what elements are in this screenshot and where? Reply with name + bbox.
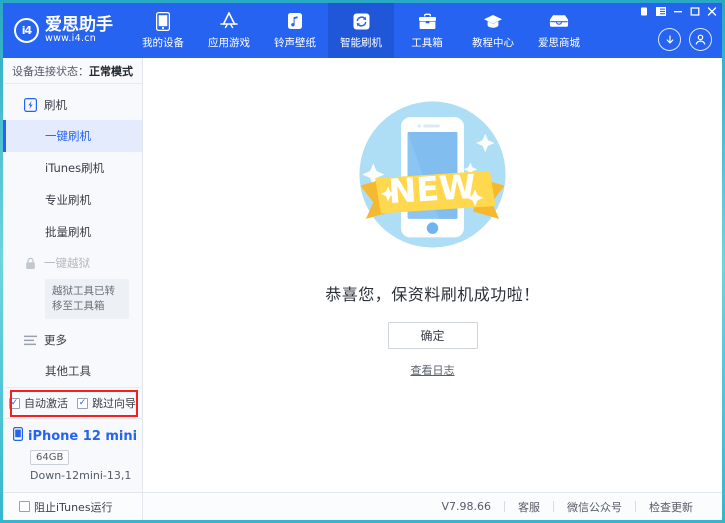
logo-url: www.i4.cn	[45, 34, 113, 44]
status-bar-right: V7.98.66 客服 微信公众号 检查更新	[143, 493, 722, 520]
sidebar-group-label: 更多	[44, 332, 67, 348]
device-connection-status: 设备连接状态：正常模式	[3, 58, 142, 84]
app-window: i4 爱思助手 www.i4.cn 我的设备 应用游戏	[0, 0, 725, 523]
download-icon[interactable]	[658, 28, 681, 51]
window-inner: i4 爱思助手 www.i4.cn 我的设备 应用游戏	[3, 3, 722, 520]
sidebar: 设备连接状态：正常模式 刷机 一键刷机 iTunes刷机	[3, 58, 143, 492]
sidebar-item-label: 其他工具	[45, 364, 91, 378]
sidebar-group-more: 更多	[3, 325, 142, 355]
list-icon	[23, 333, 37, 347]
jailbreak-moved-note: 越狱工具已转移至工具箱	[45, 279, 129, 319]
checkbox-skip-wizard[interactable]: ✓ 跳过向导	[77, 395, 136, 411]
checkbox-label: 跳过向导	[92, 395, 136, 411]
version-label: V7.98.66	[428, 500, 504, 513]
connection-status-value: 正常模式	[89, 63, 133, 79]
minimize-icon[interactable]	[670, 5, 685, 18]
device-name-row: iPhone 12 mini	[13, 427, 142, 445]
connection-status-label: 设备连接状态：	[12, 63, 89, 79]
checkbox-label: 阻止iTunes运行	[34, 499, 113, 515]
logo-mark-icon: i4	[14, 18, 39, 43]
nav-tab-label: 教程中心	[472, 35, 514, 50]
checkbox-box	[19, 501, 30, 512]
nav-tab-label: 工具箱	[411, 35, 443, 50]
checkbox-box: ✓	[77, 398, 88, 409]
header-right-controls	[612, 3, 722, 58]
user-account-icon[interactable]	[689, 28, 712, 51]
sidebar-item-itunes-flash[interactable]: iTunes刷机	[3, 152, 142, 184]
checkbox-label: 自动激活	[24, 395, 68, 411]
app-logo[interactable]: i4 爱思助手 www.i4.cn	[3, 3, 130, 58]
device-capacity-badge: 64GB	[30, 450, 69, 465]
device-name-text: iPhone 12 mini	[28, 429, 137, 444]
sidebar-item-pro-flash[interactable]: 专业刷机	[3, 184, 142, 216]
phone-icon	[153, 11, 173, 31]
wechat-official-link[interactable]: 微信公众号	[554, 499, 635, 515]
maximize-icon[interactable]	[687, 5, 702, 18]
toolbox-icon	[417, 11, 437, 31]
nav-tab-label: 智能刷机	[340, 35, 382, 50]
device-identifier: Down-12mini-13,1	[30, 469, 142, 482]
sidebar-nav: 刷机 一键刷机 iTunes刷机 专业刷机 批量刷机	[3, 84, 142, 387]
new-badge-text: NEW	[387, 167, 477, 211]
sidebar-item-label: 专业刷机	[45, 193, 91, 207]
sidebar-group-jailbreak: 一键越狱	[3, 248, 142, 278]
connected-device-panel[interactable]: iPhone 12 mini 64GB Down-12mini-13,1	[3, 418, 142, 492]
close-icon[interactable]	[704, 5, 719, 18]
app-header: i4 爱思助手 www.i4.cn 我的设备 应用游戏	[3, 3, 722, 58]
sidebar-item-label: iTunes刷机	[45, 161, 104, 175]
status-bar: 阻止iTunes运行 V7.98.66 客服 微信公众号 检查更新	[3, 492, 722, 520]
sidebar-item-other-tools[interactable]: 其他工具	[3, 355, 142, 387]
phone-icon	[13, 427, 23, 445]
nav-tab-ringtones-wallpapers[interactable]: 铃声壁纸	[262, 3, 328, 58]
checkbox-block-itunes[interactable]: 阻止iTunes运行	[19, 499, 113, 515]
nav-tab-i4-store[interactable]: 爱思商城	[526, 3, 592, 58]
check-update-link[interactable]: 检查更新	[636, 499, 706, 515]
panel-list-icon[interactable]	[653, 5, 668, 18]
nav-tab-smart-flash[interactable]: 智能刷机	[328, 3, 394, 58]
device-shield-icon[interactable]	[636, 5, 651, 18]
sidebar-group-label: 一键越狱	[44, 255, 90, 271]
main-nav: 我的设备 应用游戏 铃声壁纸	[130, 3, 592, 58]
sidebar-item-label: 一键刷机	[45, 129, 91, 143]
status-bar-left: 阻止iTunes运行	[3, 493, 143, 520]
sidebar-item-one-key-flash[interactable]: 一键刷机	[3, 120, 142, 152]
sidebar-group-label: 刷机	[44, 97, 67, 113]
lock-icon	[23, 256, 37, 270]
nav-tab-label: 铃声壁纸	[274, 35, 316, 50]
logo-text: 爱思助手 www.i4.cn	[45, 17, 113, 45]
new-badge-illustration: NEW	[340, 82, 525, 267]
nav-tab-my-device[interactable]: 我的设备	[130, 3, 196, 58]
sidebar-group-flash: 刷机	[3, 90, 142, 120]
nav-tab-tutorial-center[interactable]: 教程中心	[460, 3, 526, 58]
customer-service-link[interactable]: 客服	[505, 499, 553, 515]
appstore-icon	[219, 11, 239, 31]
nav-tab-label: 应用游戏	[208, 35, 250, 50]
main-content: NEW 恭喜您，保资料刷机成功啦！ 确定 查看日志	[143, 58, 722, 492]
checkbox-auto-activate[interactable]: ✓ 自动激活	[9, 395, 68, 411]
flash-phone-icon	[23, 98, 37, 112]
account-icons	[658, 28, 712, 51]
nav-tab-label: 我的设备	[142, 35, 184, 50]
logo-title: 爱思助手	[45, 17, 113, 35]
confirm-button[interactable]: 确定	[388, 322, 478, 349]
nav-tab-apps-games[interactable]: 应用游戏	[196, 3, 262, 58]
graduation-cap-icon	[483, 11, 503, 31]
window-controls	[636, 5, 719, 18]
nav-tab-toolbox[interactable]: 工具箱	[394, 3, 460, 58]
flash-options-highlight: ✓ 自动激活 ✓ 跳过向导	[6, 387, 139, 418]
shop-icon	[549, 11, 569, 31]
nav-tab-label: 爱思商城	[538, 35, 580, 50]
app-body: 设备连接状态：正常模式 刷机 一键刷机 iTunes刷机	[3, 58, 722, 492]
sidebar-item-label: 批量刷机	[45, 225, 91, 239]
success-message: 恭喜您，保资料刷机成功啦！	[325, 281, 540, 305]
sidebar-item-batch-flash[interactable]: 批量刷机	[3, 216, 142, 248]
view-log-link[interactable]: 查看日志	[411, 362, 455, 378]
music-icon	[285, 11, 305, 31]
refresh-icon	[351, 11, 371, 31]
checkbox-box: ✓	[9, 398, 20, 409]
